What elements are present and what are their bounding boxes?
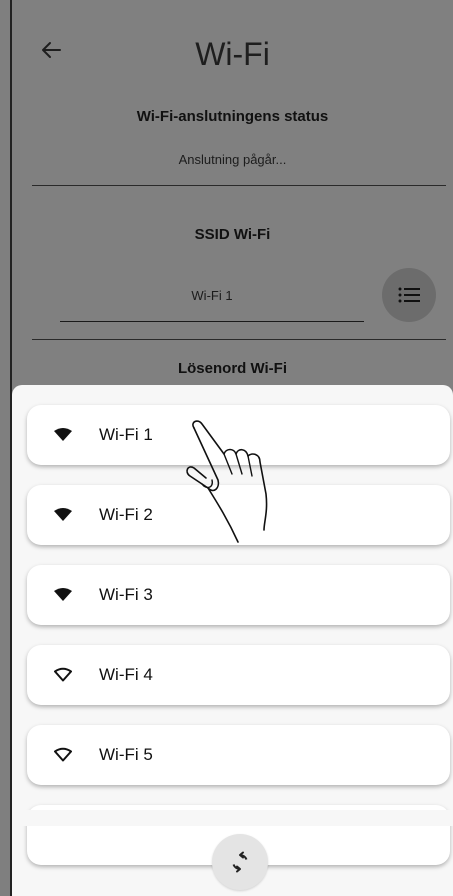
wifi-outline-icon (53, 747, 73, 763)
wifi-outline-icon (53, 667, 73, 683)
network-list-button[interactable] (382, 268, 436, 322)
tap-hand-icon (186, 420, 268, 543)
list-icon (398, 287, 420, 303)
network-name: Wi-Fi 2 (99, 505, 153, 524)
network-name: Wi-Fi 1 (99, 425, 153, 444)
network-item-wifi-3[interactable]: Wi-Fi 3 (27, 565, 450, 625)
ssid-input[interactable]: Wi-Fi 1 (60, 288, 364, 303)
page-title: Wi-Fi (195, 36, 270, 72)
ssid-input-underline (60, 321, 364, 322)
wifi-filled-icon (53, 427, 73, 443)
header: Wi-Fi (12, 0, 453, 100)
network-name: Wi-Fi 3 (99, 585, 153, 604)
network-name: Wi-Fi 4 (99, 665, 153, 684)
password-label: Lösenord Wi-Fi (177, 360, 288, 377)
phone-screen: Wi-Fi Wi-Fi-anslutningens status Anslutn… (0, 0, 453, 896)
wifi-filled-icon (53, 507, 73, 523)
ssid-label: SSID Wi-Fi (194, 226, 271, 243)
status-label: Wi-Fi-anslutningens status (136, 108, 329, 125)
list-fade (12, 810, 453, 826)
refresh-button[interactable] (212, 834, 268, 890)
network-name: Wi-Fi 5 (99, 745, 153, 764)
divider (32, 185, 446, 186)
status-value: Anslutning pågår... (178, 152, 287, 167)
screen-edge (10, 0, 12, 896)
refresh-icon (232, 851, 248, 873)
network-item-wifi-5[interactable]: Wi-Fi 5 (27, 725, 450, 785)
wifi-filled-icon (53, 587, 73, 603)
network-item-wifi-4[interactable]: Wi-Fi 4 (27, 645, 450, 705)
divider (32, 339, 446, 340)
